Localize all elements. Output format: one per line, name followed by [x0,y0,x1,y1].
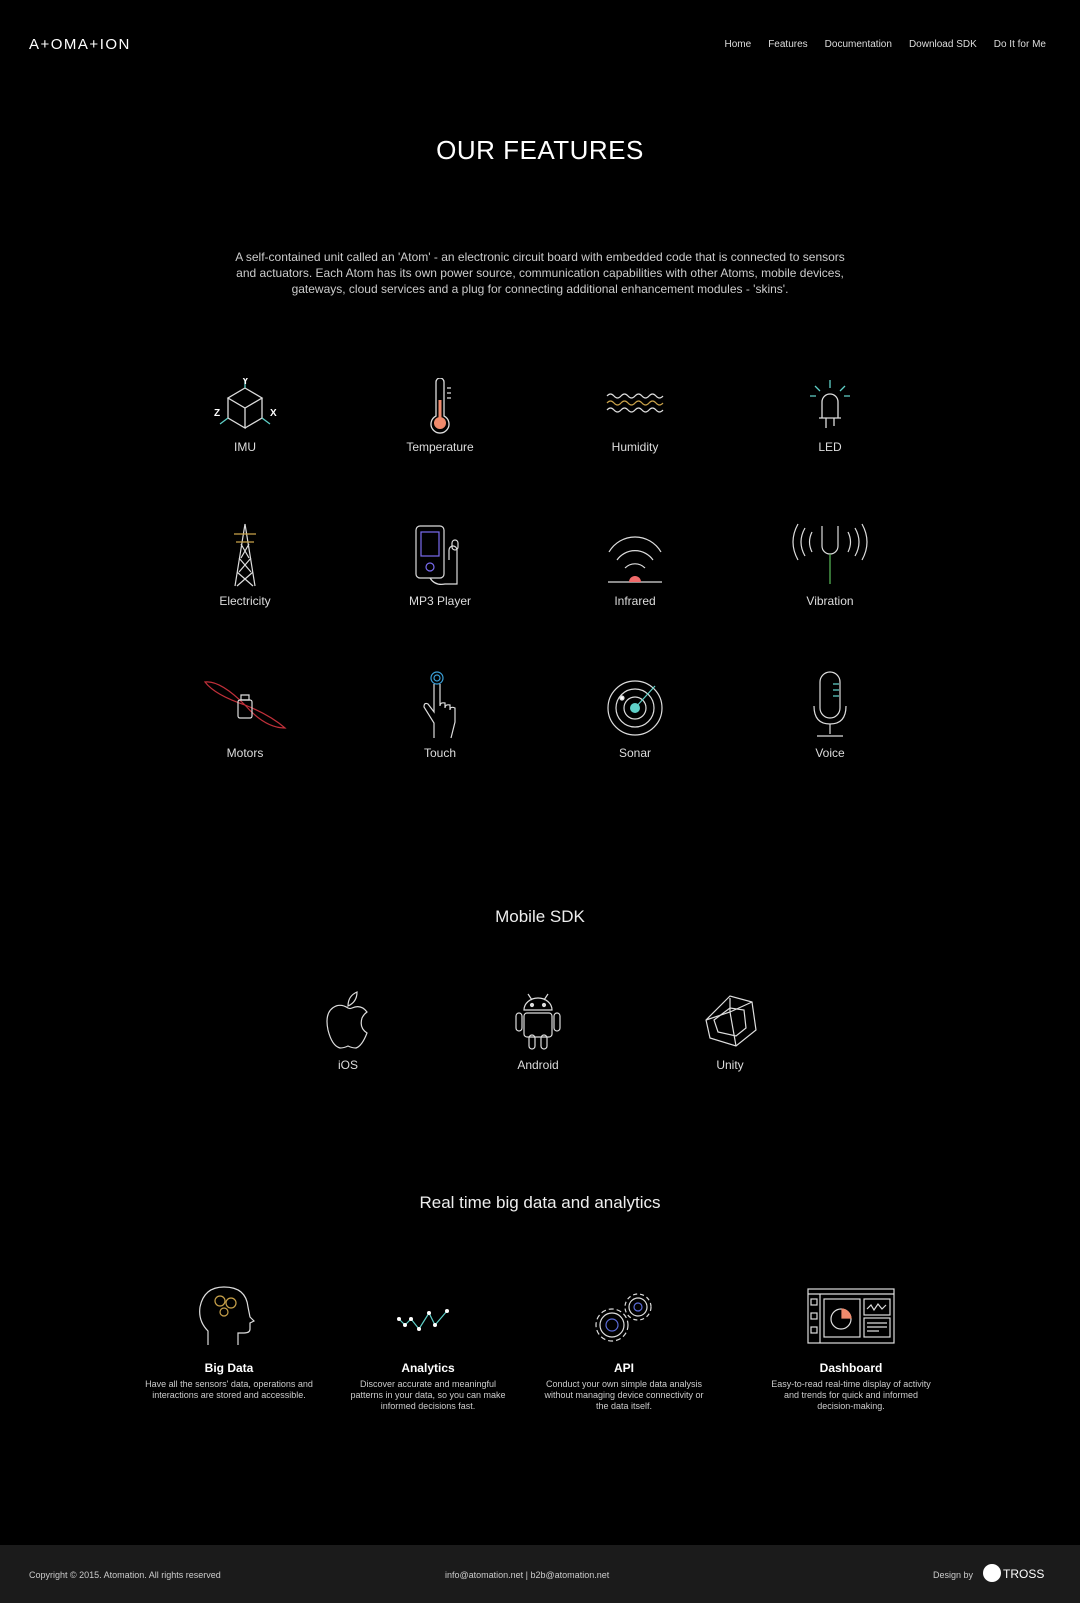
feature-infrared: Infrared [555,522,715,608]
card-description: Conduct your own simple data analysis wi… [544,1379,704,1411]
card-title: Dashboard [819,1361,883,1375]
line-chart-icon [397,1309,449,1331]
sdk-ios[interactable]: iOS [268,990,428,1072]
card-title: API [613,1361,634,1375]
design-by-label: Design by [933,1570,974,1580]
feature-label: Infrared [614,594,656,608]
cube-axes-icon: Y Z X [214,378,277,430]
nav-features[interactable]: Features [768,39,807,50]
tuning-fork-icon [792,523,868,584]
card-description: Have all the sensors' data, operations a… [145,1379,313,1400]
feature-label: Electricity [219,594,271,608]
feature-label: IMU [234,440,256,454]
infrared-icon [608,536,662,583]
sdk-label: Unity [716,1058,744,1072]
footer: Copyright © 2015. Atomation. All rights … [0,1545,1080,1603]
feature-mp3-player: MP3 Player [360,522,520,608]
mp3-player-icon [415,525,459,585]
nav-home[interactable]: Home [725,39,752,50]
feature-label: MP3 Player [408,594,472,608]
feature-label: Voice [815,746,845,760]
gears-icon [595,1293,652,1342]
feature-label: Touch [423,746,457,760]
microphone-icon [813,671,847,737]
nav-do-it-for-me[interactable]: Do It for Me [994,39,1046,50]
analytics-dashboard: Dashboard Easy-to-read real-time display… [766,1285,936,1412]
waves-icon [606,393,664,413]
analytics-analytics: Analytics Discover accurate and meaningf… [343,1285,513,1412]
feature-sonar: Sonar [555,670,715,760]
touch-finger-icon [423,671,456,739]
analytics-title: Real time big data and analytics [419,1193,661,1212]
tross-logo-icon [983,1564,1001,1582]
feature-voice: Voice [750,670,910,760]
sdk-label: Android [517,1058,559,1072]
feature-imu: Y Z X IMU [165,378,325,454]
feature-label: Humidity [611,440,659,454]
feature-vibration: Vibration [750,522,910,608]
feature-led: LED [750,378,910,454]
analytics-big-data: Big Data Have all the sensors' data, ope… [144,1285,314,1401]
feature-touch: Touch [360,670,520,760]
feature-label: Vibration [806,594,854,608]
main-nav: Home Features Documentation Download SDK… [725,39,1046,50]
dashboard-icon [807,1288,895,1344]
power-tower-icon [234,523,256,587]
feature-label: Sonar [618,746,652,760]
designer-name[interactable]: TROSS [1003,1567,1044,1581]
nav-documentation[interactable]: Documentation [825,39,892,50]
intro-text: A self-contained unit called an 'Atom' -… [235,250,845,296]
unity-icon [705,995,757,1047]
contact-emails[interactable]: info@atomation.net | b2b@atomation.net [445,1570,609,1580]
sdk-unity[interactable]: Unity [650,990,810,1072]
feature-temperature: Temperature [360,378,520,454]
android-icon [515,993,561,1050]
card-description: Easy-to-read real-time display of activi… [771,1379,931,1411]
feature-label: Motors [226,746,264,760]
radar-icon [607,680,663,736]
nav-download-sdk[interactable]: Download SDK [909,39,977,50]
apple-icon [326,991,368,1049]
propeller-motor-icon [203,681,287,729]
analytics-api: API Conduct your own simple data analysi… [539,1285,709,1412]
logo[interactable]: A+OMA+ION [29,36,131,53]
feature-motors: Motors [165,670,325,760]
svg-text:X: X [270,408,277,419]
card-title: Big Data [204,1361,254,1375]
page-title: OUR FEATURES [436,135,644,165]
svg-text:Z: Z [214,408,220,419]
brain-gears-icon [199,1286,256,1345]
sdk-label: iOS [337,1058,358,1072]
led-icon [810,380,850,428]
feature-humidity: Humidity [555,378,715,454]
feature-label: LED [818,440,842,454]
sdk-android[interactable]: Android [458,990,618,1072]
mobile-sdk-title: Mobile SDK [495,907,585,926]
feature-label: Temperature [406,440,474,454]
card-title: Analytics [401,1361,455,1375]
svg-text:Y: Y [242,378,249,387]
feature-electricity: Electricity [165,522,325,608]
thermometer-icon [430,378,451,434]
copyright: Copyright © 2015. Atomation. All rights … [29,1570,221,1580]
card-description: Discover accurate and meaningful pattern… [350,1379,506,1411]
